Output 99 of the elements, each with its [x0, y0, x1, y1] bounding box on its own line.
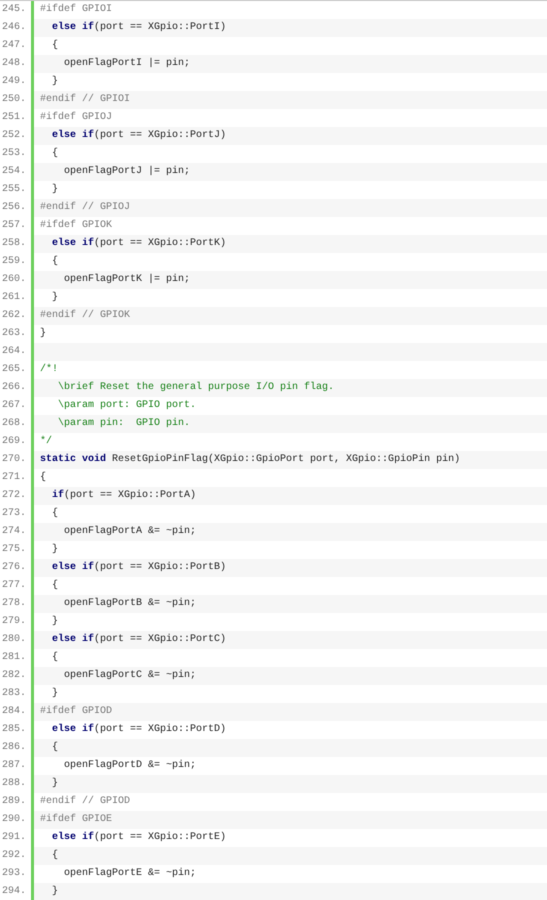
code-line: { [51, 849, 58, 863]
code-line: else if(port == XGpio::PortI) [51, 21, 226, 35]
code-line: { [51, 579, 58, 593]
code-line: openFlagPortC &= ~pin; [63, 669, 196, 683]
line-number: 281. [0, 649, 34, 667]
line-number: 251. [0, 109, 34, 127]
code-line: openFlagPortB &= ~pin; [63, 597, 196, 611]
code-line: openFlagPortK |= pin; [63, 273, 190, 287]
code-line: #endif // GPIOK [40, 309, 130, 323]
line-number: 290. [0, 811, 34, 829]
code-line: if(port == XGpio::PortA) [51, 489, 196, 503]
line-number: 267. [0, 397, 34, 415]
line-number: 250. [0, 91, 34, 109]
code-line: else if(port == XGpio::PortC) [51, 633, 226, 647]
code-line: else if(port == XGpio::PortE) [51, 831, 226, 845]
line-number: 285. [0, 721, 34, 739]
code-line: } [51, 885, 58, 899]
line-number: 245. [0, 1, 34, 19]
line-number: 246. [0, 19, 34, 37]
code-line: { [51, 651, 58, 665]
line-number: 265. [0, 361, 34, 379]
code-line: } [51, 75, 58, 89]
line-number: 293. [0, 865, 34, 883]
line-number: 254. [0, 163, 34, 181]
line-number: 264. [0, 343, 34, 361]
code-line: } [51, 543, 58, 557]
line-number: 278. [0, 595, 34, 613]
line-number: 256. [0, 199, 34, 217]
line-number: 287. [0, 757, 34, 775]
code-line: } [51, 687, 58, 701]
line-number: 263. [0, 325, 34, 343]
line-number: 269. [0, 433, 34, 451]
code-line: } [51, 291, 58, 305]
line-number: 274. [0, 523, 34, 541]
code-line: else if(port == XGpio::PortJ) [51, 129, 226, 143]
line-number: 258. [0, 235, 34, 253]
code-line: #ifdef GPIOI [40, 3, 112, 17]
line-number: 279. [0, 613, 34, 631]
code-line: \brief Reset the general purpose I/O pin flag. [57, 381, 334, 395]
line-number: 282. [0, 667, 34, 685]
code-line: } [51, 183, 58, 197]
line-number: 270. [0, 451, 34, 469]
code-line: { [51, 507, 58, 521]
line-number: 261. [0, 289, 34, 307]
line-number: 247. [0, 37, 34, 55]
code-line: openFlagPortD &= ~pin; [63, 759, 196, 773]
code-line: static void ResetGpioPinFlag(XGpio::GpioPort port, XGpio::GpioPin pin) [40, 453, 460, 467]
line-number: 272. [0, 487, 34, 505]
line-number: 292. [0, 847, 34, 865]
code-line: { [51, 255, 58, 269]
code-line: #endif // GPIOI [40, 93, 130, 107]
code-line: #endif // GPIOD [40, 795, 130, 809]
code-line: { [51, 39, 58, 53]
line-number: 288. [0, 775, 34, 793]
line-number: 249. [0, 73, 34, 91]
line-number: 273. [0, 505, 34, 523]
line-number: 271. [0, 469, 34, 487]
code-line: } [40, 327, 46, 341]
code-line: \param pin: GPIO pin. [57, 417, 190, 431]
line-number: 280. [0, 631, 34, 649]
line-number: 262. [0, 307, 34, 325]
line-number: 275. [0, 541, 34, 559]
code-line: } [51, 777, 58, 791]
code-line: #ifdef GPIOD [40, 705, 112, 719]
code-line: #ifdef GPIOJ [40, 111, 112, 125]
line-number: 259. [0, 253, 34, 271]
line-number: 248. [0, 55, 34, 73]
code-line: openFlagPortJ |= pin; [63, 165, 190, 179]
line-number: 255. [0, 181, 34, 199]
line-number: 257. [0, 217, 34, 235]
line-number: 268. [0, 415, 34, 433]
line-number: 284. [0, 703, 34, 721]
line-number: 260. [0, 271, 34, 289]
code-line: */ [40, 435, 52, 449]
line-number: 277. [0, 577, 34, 595]
line-number: 253. [0, 145, 34, 163]
code-line: openFlagPortI |= pin; [63, 57, 190, 71]
line-number: 289. [0, 793, 34, 811]
code-line: else if(port == XGpio::PortB) [51, 561, 226, 575]
code-line: /*! [40, 363, 58, 377]
code-line: openFlagPortA &= ~pin; [63, 525, 196, 539]
code-line: else if(port == XGpio::PortK) [51, 237, 226, 251]
code-line: else if(port == XGpio::PortD) [51, 723, 226, 737]
code-line: \param port: GPIO port. [57, 399, 196, 413]
code-line: openFlagPortE &= ~pin; [63, 867, 196, 881]
code-line: { [51, 741, 58, 755]
code-line: #endif // GPIOJ [40, 201, 130, 215]
code-line: { [51, 147, 58, 161]
line-number: 283. [0, 685, 34, 703]
code-line: { [40, 471, 46, 485]
code-line: } [51, 615, 58, 629]
line-number: 291. [0, 829, 34, 847]
code-line: #ifdef GPIOK [40, 219, 112, 233]
line-number: 294. [0, 883, 34, 900]
line-number: 276. [0, 559, 34, 577]
line-number: 286. [0, 739, 34, 757]
line-number: 266. [0, 379, 34, 397]
code-line: #ifdef GPIOE [40, 813, 112, 827]
line-number: 252. [0, 127, 34, 145]
